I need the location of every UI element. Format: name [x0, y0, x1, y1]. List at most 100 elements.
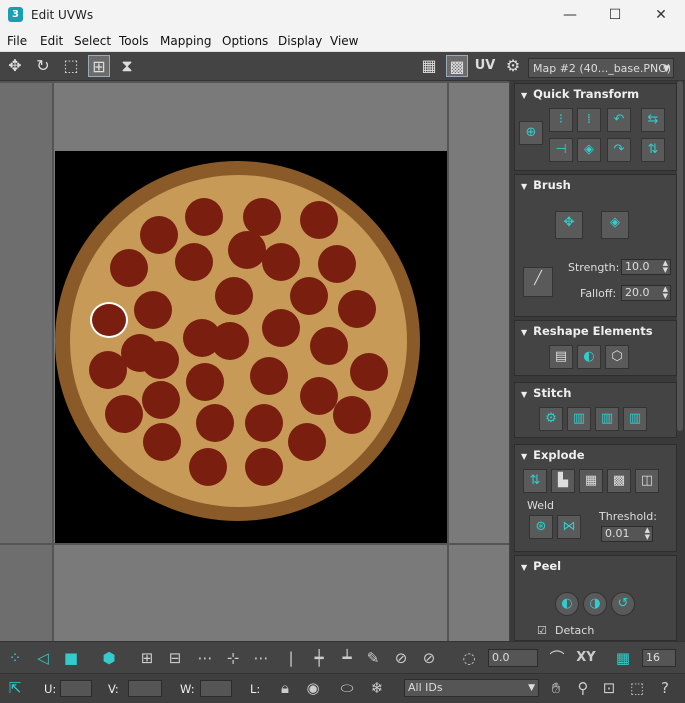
- flatten-by-smoothing-icon[interactable]: ▩: [607, 469, 631, 493]
- straighten-icon[interactable]: ▤: [549, 345, 573, 369]
- align-left-icon[interactable]: ⊣: [549, 138, 573, 162]
- rollout-header[interactable]: ▼ Quick Transform: [521, 87, 639, 101]
- space-icon[interactable]: ◈: [577, 138, 601, 162]
- stitch-custom-icon[interactable]: ⚙: [539, 407, 563, 431]
- align-horizontal-icon[interactable]: ⁝: [549, 108, 573, 132]
- pepperoni[interactable]: [350, 353, 388, 391]
- polygon-mode-icon[interactable]: ■: [60, 647, 82, 669]
- ring-shrink-icon[interactable]: ┷: [336, 647, 358, 669]
- falloff-spinner[interactable]: 20.0 ▲ ▼: [621, 285, 671, 301]
- weld-selected-icon[interactable]: ⊛: [529, 515, 553, 539]
- ring-grow-icon[interactable]: ┿: [308, 647, 330, 669]
- zoom-spinner[interactable]: 16: [642, 649, 676, 667]
- reset-peel-icon[interactable]: ↺: [611, 592, 635, 616]
- pepperoni[interactable]: [196, 404, 234, 442]
- menu-display[interactable]: Display: [278, 34, 322, 48]
- flatten-icon[interactable]: ▦: [579, 469, 603, 493]
- flatten-by-material-icon[interactable]: ◫: [635, 469, 659, 493]
- rollout-header[interactable]: ▼ Peel: [521, 559, 561, 573]
- pepperoni[interactable]: [141, 341, 179, 379]
- panel-scrollbar[interactable]: [677, 81, 683, 431]
- pepperoni[interactable]: [142, 381, 180, 419]
- pepperoni[interactable]: [288, 423, 326, 461]
- center-pivot-icon[interactable]: ⊕: [519, 121, 543, 145]
- zoom-region-icon[interactable]: ⊡: [598, 677, 620, 699]
- pepperoni[interactable]: [300, 201, 338, 239]
- stitch-average-icon[interactable]: ▥: [595, 407, 619, 431]
- uv-viewport[interactable]: [0, 81, 509, 641]
- pepperoni[interactable]: [143, 423, 181, 461]
- align-vertical-icon[interactable]: ⁞: [577, 108, 601, 132]
- freeform-icon[interactable]: ⊞: [88, 55, 110, 77]
- soft-selection-icon[interactable]: ⌒: [546, 647, 568, 669]
- vertex-mode-icon[interactable]: ⁘: [4, 647, 26, 669]
- freeze-icon[interactable]: ❄: [366, 677, 388, 699]
- pepperoni[interactable]: [89, 351, 127, 389]
- rotate-snap-icon[interactable]: ◌: [458, 647, 480, 669]
- rollout-header[interactable]: ▼ Explode: [521, 448, 585, 462]
- pepperoni[interactable]: [134, 291, 172, 329]
- pepperoni[interactable]: [262, 309, 300, 347]
- pepperoni[interactable]: [338, 290, 376, 328]
- rollout-header[interactable]: ▼ Brush: [521, 178, 571, 192]
- w-field[interactable]: [200, 680, 232, 697]
- loop-shrink-icon[interactable]: ⋯: [250, 647, 272, 669]
- paint-move-icon[interactable]: ✥: [555, 211, 583, 239]
- detach-edge-icon[interactable]: ▙: [551, 469, 575, 493]
- transform-type-icon[interactable]: ⇱: [4, 677, 26, 699]
- pepperoni[interactable]: [175, 243, 213, 281]
- pepperoni[interactable]: [110, 249, 148, 287]
- relax-brush-icon[interactable]: ◈: [601, 211, 629, 239]
- pepperoni[interactable]: [140, 216, 178, 254]
- menu-tools[interactable]: Tools: [119, 34, 149, 48]
- pepperoni[interactable]: [290, 277, 328, 315]
- uv-toggle[interactable]: UV: [474, 55, 496, 77]
- menu-options[interactable]: Options: [222, 34, 268, 48]
- pan-icon[interactable]: ✋︎: [545, 677, 567, 699]
- pepperoni[interactable]: [211, 322, 249, 360]
- pepperoni[interactable]: [262, 243, 300, 281]
- pepperoni[interactable]: [245, 448, 283, 486]
- rollout-header[interactable]: ▼ Stitch: [521, 386, 571, 400]
- u-field[interactable]: [60, 680, 92, 697]
- zoom-icon[interactable]: ⚲: [572, 677, 594, 699]
- show-map-icon[interactable]: ▩: [446, 55, 468, 77]
- maximize-button[interactable]: ☐: [592, 0, 638, 31]
- pepperoni[interactable]: [318, 245, 356, 283]
- cube-icon[interactable]: ⬡: [605, 345, 629, 369]
- threshold-spinner[interactable]: 0.01 ▲ ▼: [601, 526, 653, 542]
- menu-file[interactable]: File: [7, 34, 27, 48]
- close-button[interactable]: ✕: [638, 0, 684, 31]
- detach-checkbox[interactable]: ☑: [537, 624, 547, 637]
- element-mode-icon[interactable]: ⬢: [98, 647, 120, 669]
- loop-icon[interactable]: ⋯: [194, 647, 216, 669]
- strength-spinner[interactable]: 10.0 ▲ ▼: [621, 259, 671, 275]
- pepperoni[interactable]: [189, 448, 227, 486]
- pepperoni[interactable]: [245, 404, 283, 442]
- edge-mode-icon[interactable]: ◁: [32, 647, 54, 669]
- pepperoni[interactable]: [105, 395, 143, 433]
- pepperoni[interactable]: [185, 198, 223, 236]
- menu-edit[interactable]: Edit: [40, 34, 63, 48]
- weld-all-icon[interactable]: ⋈: [557, 515, 581, 539]
- grid-snap-icon[interactable]: ▦: [612, 647, 634, 669]
- shrink-selection-icon[interactable]: ⊟: [164, 647, 186, 669]
- relax-icon[interactable]: ◐: [577, 345, 601, 369]
- pepperoni[interactable]: [300, 377, 338, 415]
- loop-grow-icon[interactable]: ⊹: [222, 647, 244, 669]
- rotate-cw-icon[interactable]: ↷: [607, 138, 631, 162]
- paint-select-icon[interactable]: ✎: [362, 647, 384, 669]
- shrink-brush-icon[interactable]: ⊘: [418, 647, 440, 669]
- pepperoni[interactable]: [310, 327, 348, 365]
- stitch-to-source-icon[interactable]: ▥: [623, 407, 647, 431]
- pepperoni[interactable]: [228, 231, 266, 269]
- zoom-extents-icon[interactable]: ⬚: [626, 677, 648, 699]
- pepperoni[interactable]: [186, 363, 224, 401]
- checker-icon[interactable]: ▦: [418, 55, 440, 77]
- offset-spinner[interactable]: 0.0: [488, 649, 538, 667]
- stitch-to-target-icon[interactable]: ▥: [567, 407, 591, 431]
- ring-icon[interactable]: |: [280, 647, 302, 669]
- selected-uv-element[interactable]: [90, 302, 128, 338]
- menu-mapping[interactable]: Mapping: [160, 34, 212, 48]
- lock-icon[interactable]: 🔒︎: [274, 677, 296, 699]
